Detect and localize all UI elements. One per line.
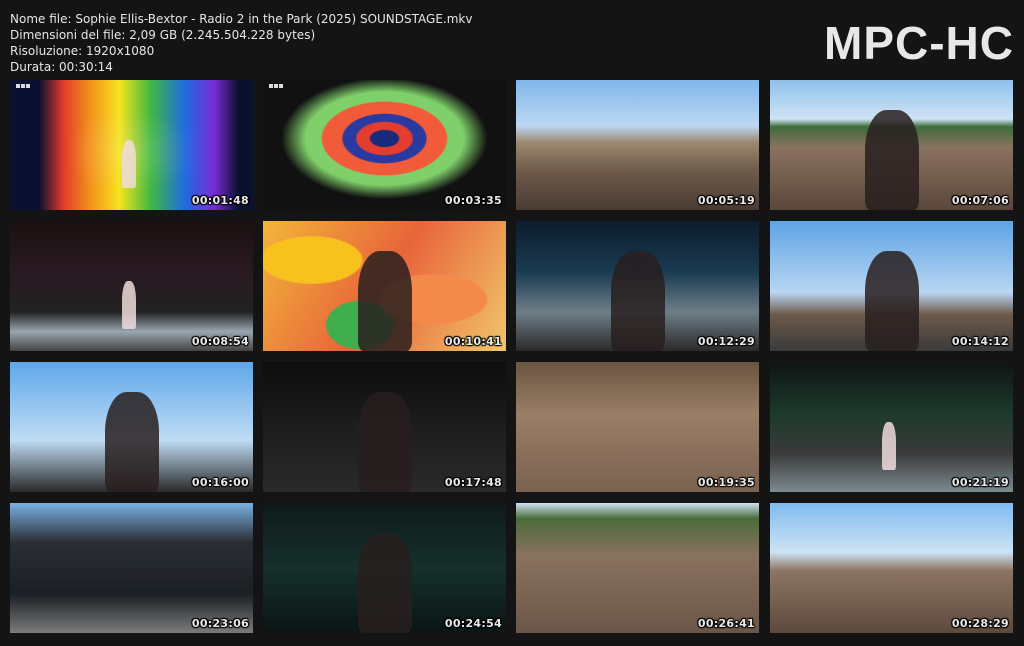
thumbnail-image [263, 80, 506, 210]
thumbnail-timestamp: 00:23:06 [191, 617, 249, 630]
performer-silhouette [611, 251, 665, 351]
video-thumbnail: 00:17:48 [263, 362, 506, 492]
video-thumbnail: 00:01:48 [10, 80, 253, 210]
thumbnail-timestamp: 00:21:19 [951, 476, 1009, 489]
video-thumbnail: 00:28:29 [770, 503, 1013, 633]
thumbnail-grid: 00:01:48 00:03:35 00:05:19 00:07:06 00:08:54… [0, 0, 1024, 646]
bbc-logo-block [21, 84, 25, 88]
bbc-logo-block [279, 84, 283, 88]
video-thumbnail: 00:07:06 [770, 80, 1013, 210]
video-thumbnail: 00:26:41 [516, 503, 759, 633]
thumbnail-timestamp: 00:28:29 [951, 617, 1009, 630]
performer-silhouette [865, 251, 919, 351]
thumbnail-image [516, 503, 759, 633]
bbc-logo-block [26, 84, 30, 88]
performer-silhouette [865, 110, 919, 210]
bbc-logo-icon [269, 84, 283, 88]
thumbnail-timestamp: 00:26:41 [697, 617, 755, 630]
performer-silhouette [358, 251, 412, 351]
video-thumbnail: 00:03:35 [263, 80, 506, 210]
performer-silhouette [105, 392, 159, 492]
thumbnail-timestamp: 00:01:48 [191, 194, 249, 207]
bbc-logo-block [274, 84, 278, 88]
thumbnail-timestamp: 00:07:06 [951, 194, 1009, 207]
video-thumbnail: 00:21:19 [770, 362, 1013, 492]
video-thumbnail: 00:08:54 [10, 221, 253, 351]
bbc-logo-icon [16, 84, 30, 88]
thumbnail-timestamp: 00:24:54 [444, 617, 502, 630]
thumbnail-timestamp: 00:17:48 [444, 476, 502, 489]
thumbnail-image [770, 503, 1013, 633]
thumbnail-timestamp: 00:03:35 [444, 194, 502, 207]
video-thumbnail: 00:05:19 [516, 80, 759, 210]
performer-silhouette [358, 533, 412, 633]
video-thumbnail: 00:23:06 [10, 503, 253, 633]
video-thumbnail: 00:10:41 [263, 221, 506, 351]
video-thumbnail: 00:14:12 [770, 221, 1013, 351]
thumbnail-timestamp: 00:14:12 [951, 335, 1009, 348]
bbc-logo-block [16, 84, 20, 88]
performer-silhouette [122, 140, 136, 188]
performer-silhouette [358, 392, 412, 492]
video-thumbnail: 00:19:35 [516, 362, 759, 492]
performer-silhouette [122, 281, 136, 329]
thumbnail-timestamp: 00:08:54 [191, 335, 249, 348]
thumbnail-image [10, 503, 253, 633]
thumbnail-timestamp: 00:12:29 [697, 335, 755, 348]
thumbnail-timestamp: 00:16:00 [191, 476, 249, 489]
video-thumbnail: 00:24:54 [263, 503, 506, 633]
thumbnail-timestamp: 00:05:19 [697, 194, 755, 207]
thumbnail-image [516, 80, 759, 210]
performer-silhouette [882, 422, 896, 470]
bbc-logo-block [269, 84, 273, 88]
video-thumbnail: 00:16:00 [10, 362, 253, 492]
thumbnail-timestamp: 00:19:35 [697, 476, 755, 489]
thumbnail-image [516, 362, 759, 492]
video-thumbnail: 00:12:29 [516, 221, 759, 351]
thumbnail-timestamp: 00:10:41 [444, 335, 502, 348]
